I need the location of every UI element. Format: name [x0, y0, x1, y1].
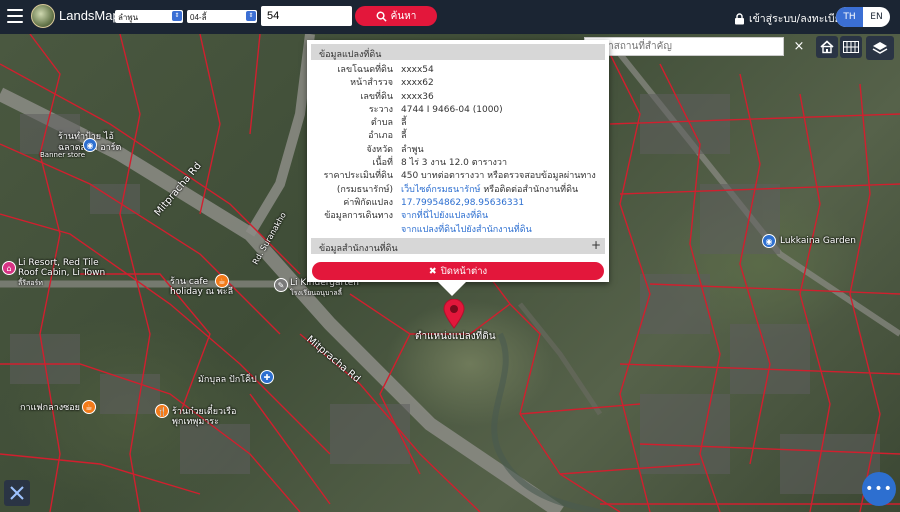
pin-label: ตำแหน่งแปลงที่ดิน — [415, 331, 496, 342]
menu-icon[interactable] — [7, 9, 23, 23]
map-label-resort1: Li Resort, Red Tile — [18, 258, 99, 268]
district-value: 04-ลี้ — [190, 13, 207, 22]
search-button-label: ค้นหา — [390, 10, 417, 22]
lang-en-button[interactable]: EN — [863, 7, 890, 27]
parcel-number-input[interactable] — [261, 6, 352, 26]
district-select[interactable]: 04-ลี้ ⇕ — [187, 10, 257, 23]
info-row: (กรมธนารักษ์) เว็บไซต์กรมธนารักษ์ หรือติ… — [311, 184, 605, 197]
info-row: หน้าสำรวจ xxxx62 — [311, 77, 605, 90]
row-label: เนื้อที่ — [372, 158, 393, 169]
ruler-icon — [10, 486, 24, 500]
row-label: ตำบล — [370, 118, 393, 129]
row-value: ลำพูน — [401, 144, 424, 155]
row-value: ลี้ — [401, 118, 407, 129]
info-row: ตำบล ลี้ — [311, 117, 605, 130]
map-label-resort2: Roof Cabin, Li Town — [18, 268, 106, 278]
top-bar: LandsMaps ลำพูน ⇕ 04-ลี้ ⇕ ค้นหา เข้าสู่… — [0, 0, 900, 34]
home-icon — [820, 40, 834, 54]
parcel-info-header[interactable]: ข้อมูลแปลงที่ดิน — [311, 44, 605, 60]
close-window-label: ปิดหน้าต่าง — [440, 265, 488, 277]
logo-icon — [31, 4, 55, 28]
parcel-info-popup: ข้อมูลแปลงที่ดิน เลขโฉนดที่ดิน xxxx54 หน… — [307, 40, 609, 282]
land-office-title: ข้อมูลสำนักงานที่ดิน — [319, 244, 398, 254]
info-row: ค่าพิกัดแปลง 17.79954862,98.95636331 — [311, 197, 605, 210]
grid-icon — [843, 41, 859, 53]
info-row: เลขโฉนดที่ดิน xxxx54 — [311, 64, 605, 77]
poi-coffee-icon[interactable]: ☕ — [82, 400, 96, 414]
info-row: ราคาประเมินที่ดิน 450 บาทต่อตารางวา หรือ… — [311, 170, 605, 183]
row-value: 450 บาทต่อตารางวา หรือตรวจสอบข้อมูลผ่านท… — [401, 171, 596, 182]
search-icon — [376, 11, 387, 22]
grid-button[interactable] — [840, 36, 862, 58]
directions-to-office-link[interactable]: จากแปลงที่ดินไปยังสำนักงานที่ดิน — [401, 224, 605, 237]
row-value: 8 ไร่ 3 งาน 12.0 ตารางวา — [401, 158, 508, 169]
row-value: xxxx54 — [401, 65, 434, 75]
info-row: จากแปลงที่ดินไปยังสำนักงานที่ดิน — [311, 224, 605, 237]
login-label: เข้าสู่ระบบ/ลงทะเบียน — [749, 13, 848, 25]
directions-to-parcel-link[interactable]: จากที่นี่ไปยังแปลงที่ดิน — [401, 210, 605, 223]
province-value: ลำพูน — [118, 13, 139, 22]
close-icon: ✖ — [428, 265, 437, 277]
map-label-kinder2: โรงเรียนอนุบาลลี้ — [290, 289, 342, 297]
search-button[interactable]: ค้นหา — [355, 6, 437, 26]
poi-restaurant-icon[interactable]: 🍴 — [155, 404, 169, 418]
row-value: xxxx62 — [401, 78, 434, 89]
clear-search-button[interactable]: × — [789, 37, 809, 56]
map-label-resort3: ลี้รีสอร์ท — [18, 279, 43, 287]
more-options-button[interactable]: ••• — [862, 472, 896, 506]
language-toggle: TH EN — [836, 7, 890, 27]
coordinate-link[interactable]: 17.79954862,98.95636331 — [401, 197, 605, 210]
lang-th-button[interactable]: TH — [836, 7, 863, 27]
info-row: ระวาง 4744 I 9466-04 (1000) — [311, 104, 605, 117]
place-search-input[interactable] — [584, 37, 784, 56]
login-link[interactable]: เข้าสู่ระบบ/ลงทะเบียน — [734, 10, 848, 27]
close-window-button[interactable]: ✖ ปิดหน้าต่าง — [312, 262, 604, 280]
layers-button[interactable] — [866, 36, 894, 60]
home-button[interactable] — [816, 36, 838, 58]
info-row: เนื้อที่ 8 ไร่ 3 งาน 12.0 ตารางวา — [311, 157, 605, 170]
row-value: xxxx36 — [401, 91, 434, 102]
info-row: เลขที่ดิน xxxx36 — [311, 91, 605, 104]
poi-market-icon[interactable]: ✚ — [260, 370, 274, 384]
map-label-market: มักบุลล ปักโค็ป — [198, 375, 257, 385]
row-label: เลขโฉนดที่ดิน — [337, 65, 393, 75]
row-label: อำเภอ — [368, 131, 393, 142]
row-label: ระวาง — [368, 104, 393, 115]
row-value: ลี้ — [401, 131, 407, 142]
parcel-info-table: เลขโฉนดที่ดิน xxxx54 หน้าสำรวจ xxxx62 เล… — [311, 64, 605, 237]
poi-garden-icon[interactable]: ◉ — [762, 234, 776, 248]
expand-plus-icon[interactable]: + — [591, 238, 601, 252]
district-chevron-icon: ⇕ — [246, 11, 256, 21]
layers-icon — [872, 42, 888, 54]
poi-school-icon[interactable]: ✎ — [274, 278, 288, 292]
info-row: ข้อมูลการเดินทาง จากที่นี่ไปยังแปลงที่ดิ… — [311, 210, 605, 223]
row-label: จังหวัด — [366, 144, 394, 155]
info-row: จังหวัด ลำพูน — [311, 144, 605, 157]
province-chevron-icon: ⇕ — [172, 11, 182, 21]
measure-tool-button[interactable] — [4, 480, 30, 506]
lock-icon — [735, 12, 744, 24]
treasury-suffix: หรือติดต่อสำนักงานที่ดิน — [480, 184, 579, 195]
popup-pointer — [438, 282, 466, 296]
map-label-noodle2: พุกเทพุมาระ — [172, 417, 219, 427]
province-select[interactable]: ลำพูน ⇕ — [115, 10, 183, 23]
location-pin-icon[interactable] — [443, 299, 465, 329]
map-label-shop-en: Banner store — [40, 151, 86, 159]
land-office-header[interactable]: ข้อมูลสำนักงานที่ดิน + — [311, 238, 605, 254]
row-label: หน้าสำรวจ — [350, 78, 393, 89]
row-label: ค่าพิกัดแปลง — [343, 197, 393, 208]
treasury-website-link[interactable]: เว็บไซต์กรมธนารักษ์ — [401, 185, 480, 195]
row-label: เลขที่ดิน — [360, 91, 393, 102]
map-label-garden: Lukkaina Garden — [780, 236, 856, 246]
poi-shop-icon[interactable]: ◉ — [83, 138, 97, 152]
map-label-coffee: กาแฟกลางซอย — [20, 403, 80, 413]
row-label: ข้อมูลการเดินทาง — [324, 211, 393, 222]
row-value: เว็บไซต์กรมธนารักษ์ หรือติดต่อสำนักงานที… — [401, 184, 605, 197]
row-value: 4744 I 9466-04 (1000) — [401, 104, 503, 115]
info-row: อำเภอ ลี้ — [311, 130, 605, 143]
row-label: ราคาประเมินที่ดิน — [323, 171, 393, 182]
poi-cafe-icon[interactable]: ☕ — [215, 274, 229, 288]
row-label: (กรมธนารักษ์) — [336, 184, 393, 195]
poi-resort-icon[interactable]: ⌂ — [2, 261, 16, 275]
